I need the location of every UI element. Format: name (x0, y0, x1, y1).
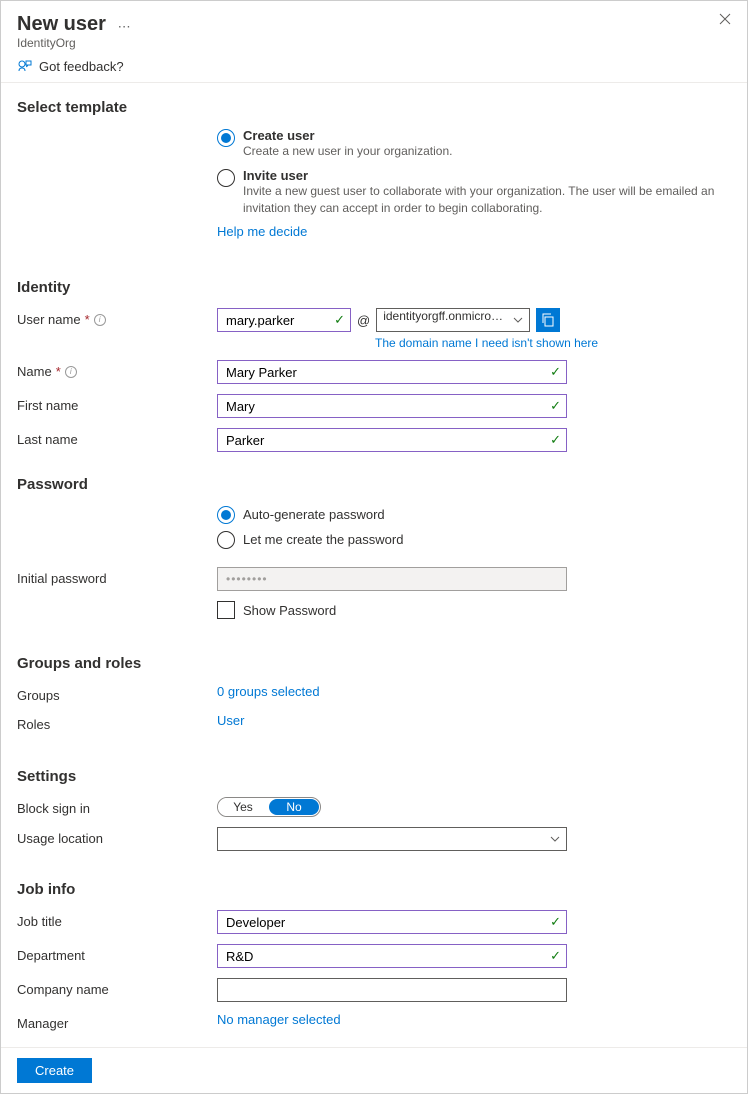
footer: Create (1, 1047, 747, 1093)
show-password-label: Show Password (243, 603, 336, 618)
firstname-label: First name (17, 398, 78, 413)
groups-label: Groups (17, 688, 60, 703)
show-password-checkbox[interactable] (217, 601, 235, 619)
close-button[interactable] (719, 13, 731, 25)
required-marker: * (85, 312, 90, 327)
company-input[interactable] (217, 978, 567, 1002)
invite-user-label: Invite user (243, 168, 731, 183)
usage-location-select[interactable] (217, 827, 567, 851)
section-password: Password (17, 476, 731, 493)
create-user-label: Create user (243, 128, 452, 143)
section-job-info: Job info (17, 881, 731, 898)
name-label: Name (17, 364, 52, 379)
usage-location-label: Usage location (17, 831, 103, 846)
job-title-label: Job title (17, 914, 62, 929)
feedback-label: Got feedback? (39, 59, 124, 74)
feedback-icon (17, 58, 33, 74)
at-symbol: @ (357, 313, 370, 328)
section-settings: Settings (17, 768, 731, 785)
block-signin-toggle[interactable]: Yes No (217, 797, 321, 817)
radio-create-user[interactable] (217, 129, 235, 147)
page-subtitle: IdentityOrg (17, 36, 731, 50)
name-input[interactable] (217, 360, 567, 384)
toggle-yes[interactable]: Yes (218, 798, 268, 816)
department-label: Department (17, 948, 85, 963)
radio-manual-password[interactable] (217, 531, 235, 549)
required-marker: * (56, 364, 61, 379)
radio-auto-password[interactable] (217, 506, 235, 524)
initial-password-input (217, 567, 567, 591)
username-input[interactable] (217, 308, 351, 332)
section-identity: Identity (17, 279, 731, 296)
auto-password-label: Auto-generate password (243, 507, 385, 522)
manual-password-label: Let me create the password (243, 532, 403, 547)
domain-select[interactable]: identityorgff.onmicrosoft.... (376, 308, 530, 332)
roles-value-link[interactable]: User (217, 713, 244, 728)
invite-user-desc: Invite a new guest user to collaborate w… (243, 183, 731, 217)
roles-label: Roles (17, 717, 50, 732)
job-title-input[interactable] (217, 910, 567, 934)
section-groups-roles: Groups and roles (17, 655, 731, 672)
toggle-no[interactable]: No (269, 799, 319, 815)
close-icon (719, 13, 731, 25)
chevron-down-icon (550, 836, 560, 842)
lastname-label: Last name (17, 432, 78, 447)
create-user-desc: Create a new user in your organization. (243, 143, 452, 160)
manager-label: Manager (17, 1016, 68, 1031)
more-icon[interactable]: ⋯ (118, 19, 131, 35)
create-button[interactable]: Create (17, 1058, 92, 1083)
info-icon[interactable]: i (65, 366, 77, 378)
page-title: New user (17, 13, 106, 36)
copy-icon (541, 313, 555, 327)
department-input[interactable] (217, 944, 567, 968)
radio-invite-user[interactable] (217, 169, 235, 187)
domain-value: identityorgff.onmicrosoft.... (383, 309, 524, 323)
info-icon[interactable]: i (94, 314, 106, 326)
lastname-input[interactable] (217, 428, 567, 452)
block-signin-label: Block sign in (17, 801, 90, 816)
manager-value-link[interactable]: No manager selected (217, 1012, 341, 1027)
firstname-input[interactable] (217, 394, 567, 418)
username-label: User name (17, 312, 81, 327)
section-select-template: Select template (17, 99, 731, 116)
blade-header: New user ⋯ IdentityOrg (1, 1, 747, 50)
company-label: Company name (17, 982, 109, 997)
feedback-link[interactable]: Got feedback? (1, 50, 747, 83)
help-me-decide-link[interactable]: Help me decide (217, 224, 731, 239)
initial-password-label: Initial password (17, 571, 107, 586)
copy-button[interactable] (536, 308, 560, 332)
domain-hint-link[interactable]: The domain name I need isn't shown here (375, 336, 731, 350)
groups-value-link[interactable]: 0 groups selected (217, 684, 320, 699)
